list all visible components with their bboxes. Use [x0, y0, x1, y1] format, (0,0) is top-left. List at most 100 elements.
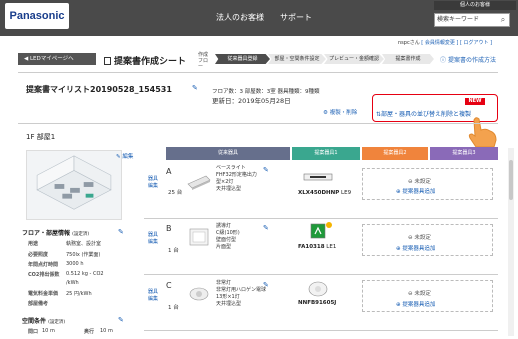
search-placeholder: 検索キーワード: [437, 16, 480, 23]
desc-line: C級(10形): [216, 230, 240, 236]
room-info-key: 用途: [28, 241, 39, 247]
proposal-code: NNFB91605J: [298, 300, 336, 306]
page-title: 提案書作成シート: [104, 54, 186, 67]
proposal-image: [303, 173, 333, 181]
new-badge: NEW: [465, 98, 485, 105]
divider: [18, 72, 498, 73]
fixture-edit-link[interactable]: 器具編集: [148, 176, 158, 190]
gear-icon: ⚙: [323, 110, 328, 116]
row-divider: [144, 330, 498, 331]
flow-step-preview[interactable]: プレビュー・金額確認: [324, 54, 384, 64]
room-info-value: 執務室、設計室: [66, 241, 102, 247]
room-info-row: 年間点灯時間 3000 h: [28, 261, 83, 268]
fixture-edit-icon[interactable]: ✎: [263, 224, 269, 232]
add-proposal-link[interactable]: ⊕ 提案器具追加: [396, 300, 435, 308]
room-info-key: 必要照度: [28, 252, 49, 258]
fixture-edit-link[interactable]: 器具編集: [148, 289, 158, 303]
room-info-key: 年間点灯時間: [28, 262, 59, 268]
flow-step-register[interactable]: 従来器具登録: [215, 54, 270, 64]
row-letter: C: [166, 281, 172, 290]
updated-date: 2019年05月28日: [238, 97, 291, 105]
list-meta: フロア数：3 部屋数：3室 器具種類：9種類: [212, 89, 320, 95]
desc-line: 型×2灯: [216, 179, 234, 185]
sort-link-text: 部屋・器具の並び替え削除と複製: [381, 111, 472, 118]
desc-line: 壁面付型: [216, 237, 237, 243]
pointing-hand-icon: [468, 117, 497, 148]
desc-line: 天井埋込型: [216, 301, 242, 307]
proposal-code-main: NNFB91605J: [298, 300, 337, 306]
space-key: 奥行: [84, 329, 95, 335]
desc-line: 13形×1灯: [216, 294, 240, 300]
add-proposal-link[interactable]: ⊕ 提案器具追加: [396, 244, 435, 252]
room-info-title: フロア・部屋情報 (設定済): [22, 228, 89, 237]
unset-label: ⊖ 未設定: [408, 235, 431, 241]
desc-line: 誘導灯: [216, 223, 232, 229]
list-name: 提案書マイリスト20190528_154531: [26, 85, 172, 94]
sort-duplicate-link[interactable]: ⇅部屋・器具の並び替え削除と複製: [376, 109, 471, 118]
back-to-mypage-button[interactable]: ◀ LEDマイページへ: [18, 53, 96, 65]
exit-sign-image: [189, 228, 209, 246]
room-info-edit-icon[interactable]: ✎: [118, 228, 124, 236]
add-proposal-text: 提案器具追加: [402, 302, 436, 308]
back-label: LEDマイページへ: [29, 56, 74, 62]
user-name: nspcさん: [398, 40, 420, 46]
proposal-code-main: FA10318: [298, 244, 325, 250]
space-title: 空間条件 (設定済): [22, 316, 65, 325]
baselight-image: [187, 175, 211, 190]
proposal-code-sub: LE9: [341, 190, 352, 196]
space-edit-icon[interactable]: ✎: [118, 316, 124, 324]
add-proposal-link[interactable]: ⊕ 提案器具追加: [396, 187, 435, 195]
row-divider: [144, 218, 498, 219]
fixture-edit-icon[interactable]: ✎: [263, 281, 269, 289]
row-letter: A: [166, 167, 172, 176]
room-edit-link[interactable]: ✎ 編集: [116, 152, 133, 160]
divider: [18, 123, 498, 124]
desc-line: FHF32形定格出力: [216, 172, 257, 178]
proposal-image: [308, 281, 328, 297]
search-icon[interactable]: ⌕: [498, 15, 508, 25]
space-value: 10 m: [42, 328, 55, 334]
space-key: 間口: [28, 329, 39, 335]
personal-customer-link[interactable]: 個人のお客様: [434, 1, 516, 10]
proposal-image: [310, 222, 332, 239]
fixture-edit-icon[interactable]: ✎: [263, 166, 269, 174]
user-links[interactable]: [ 会員情報変更 ] [ ログアウト ]: [421, 40, 492, 46]
desc-line: 天井埋込型: [216, 186, 242, 192]
row-qty: 1 台: [168, 248, 179, 254]
unset-label: ⊖ 未設定: [408, 291, 431, 297]
fixture-desc: 非常灯 非常灯用ハロゲン電球 13形×1灯 天井埋込型: [216, 280, 266, 308]
scrollbar-thumb[interactable]: [509, 160, 513, 200]
room-info-title-text: フロア・部屋情報: [22, 230, 71, 237]
room-info-value: 750lx (作業面): [66, 252, 101, 258]
add-proposal-text: 提案器具追加: [402, 189, 436, 195]
col-head-proposal1: 提案器具1: [292, 147, 360, 160]
updated-label: 更新日：: [212, 97, 238, 105]
copy-delete-link[interactable]: ⚙ 複製・削除: [323, 108, 357, 116]
space-row: 間口 10 m 奥行 10 m: [28, 328, 113, 335]
room-illustration: [26, 150, 122, 220]
updated-line: 更新日：2019年05月28日: [212, 95, 291, 105]
nav-support[interactable]: サポート: [280, 12, 312, 23]
edit-list-name-icon[interactable]: ✎: [192, 84, 198, 92]
flow-step-room-settings[interactable]: 部屋・空間条件設定: [268, 54, 326, 64]
flow-step-create[interactable]: 提案書作成: [382, 54, 434, 64]
nav-business[interactable]: 法人のお客様: [216, 12, 264, 23]
fixture-edit-link[interactable]: 器具編集: [148, 232, 158, 246]
unset-text: 未設定: [414, 291, 431, 297]
search-input[interactable]: 検索キーワード ⌕: [434, 13, 510, 27]
unset-text: 未設定: [414, 179, 431, 185]
copy-delete-text: 複製・削除: [329, 110, 358, 116]
room-info-value: 3000 h: [66, 261, 84, 267]
room-info-row: 用途 執務室、設計室: [28, 240, 101, 247]
room-info-key: 部屋備考: [28, 301, 49, 307]
desc-line: ベースライト: [216, 165, 246, 171]
row-qty: 25 台: [168, 190, 183, 196]
room-info-row: 部屋備考: [28, 300, 48, 307]
panasonic-logo[interactable]: Panasonic: [5, 3, 69, 29]
fixture-desc: 誘導灯 C級(10形) 壁面付型 片面型: [216, 223, 240, 251]
room-edit-text: 編集: [122, 154, 134, 160]
row-qty: 1 台: [168, 305, 179, 311]
room-info-row: 電気料金単価 25 円/kWh: [28, 290, 92, 297]
add-proposal-text: 提案器具追加: [402, 246, 436, 252]
help-link[interactable]: ⓘ 提案書の作成方法: [440, 55, 496, 64]
